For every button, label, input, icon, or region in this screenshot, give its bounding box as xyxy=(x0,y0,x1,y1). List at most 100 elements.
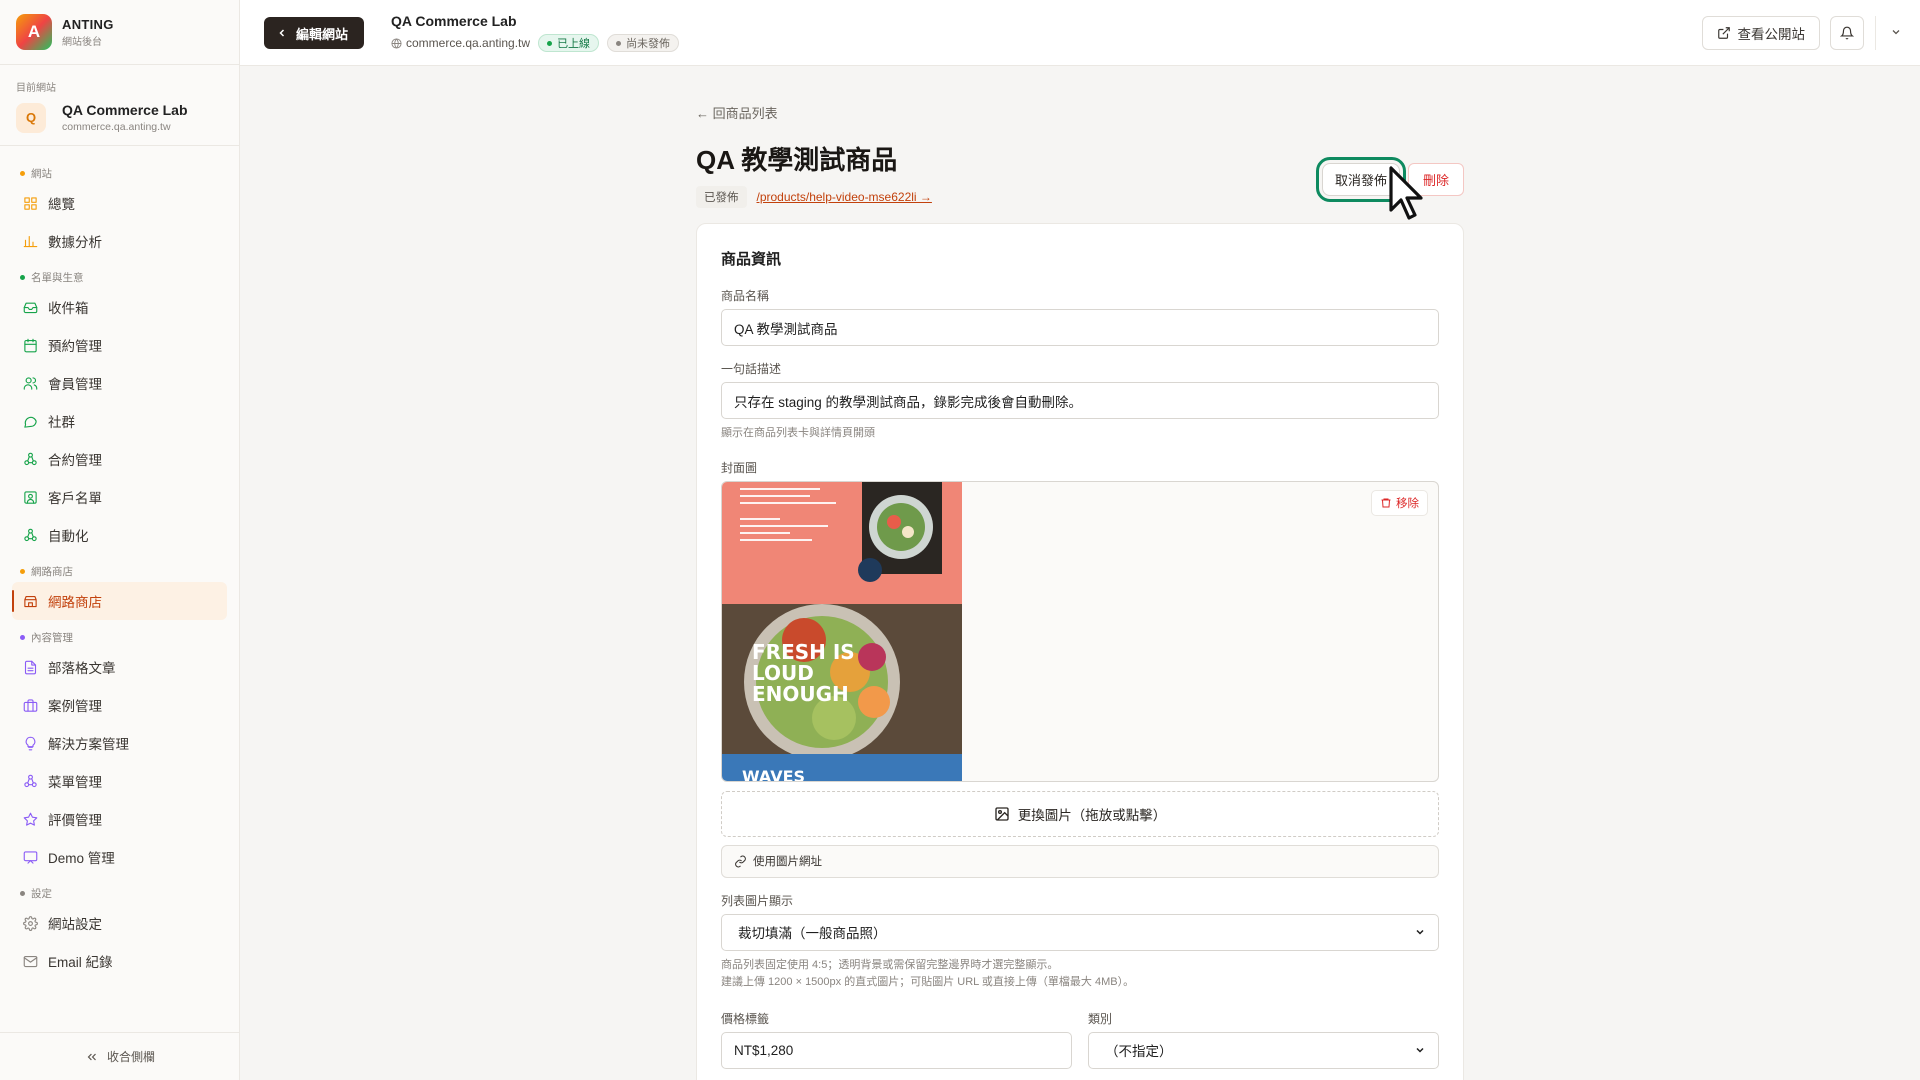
sidebar-item-label: 菜單管理 xyxy=(48,775,102,790)
sidebar-item-label: 解決方案管理 xyxy=(48,737,129,752)
use-image-url-button[interactable]: 使用圖片網址 xyxy=(721,844,1439,878)
chat-icon xyxy=(22,413,38,429)
sidebar-item-label: Demo 管理 xyxy=(48,851,115,866)
view-public-label: 查看公開站 xyxy=(1737,27,1806,42)
link-icon xyxy=(735,855,746,868)
current-site-label: 目前網站 xyxy=(16,83,56,94)
calendar-icon xyxy=(22,337,38,353)
chevron-down-icon xyxy=(1892,30,1900,35)
category-select[interactable]: （不指定） xyxy=(1088,1031,1439,1069)
sidebar-item[interactable]: 總覽 xyxy=(0,184,239,222)
replace-image-dropzone[interactable]: 更換圖片（拖放或點擊） xyxy=(721,790,1439,837)
external-link-icon xyxy=(1717,27,1730,39)
globe-icon xyxy=(391,37,402,49)
site-domain: commerce.qa.anting.tw xyxy=(62,121,171,133)
sidebar-item[interactable]: 合約管理 xyxy=(0,440,239,478)
sidebar-item-label: 合約管理 xyxy=(48,453,102,468)
site-avatar: Q xyxy=(16,102,46,133)
live-status-badge: 已上線 xyxy=(538,34,600,52)
sidebar-item[interactable]: 收件箱 xyxy=(0,288,239,326)
topbar-divider xyxy=(1875,16,1876,50)
lightbulb-icon xyxy=(22,735,38,751)
chevron-down-icon xyxy=(1416,1048,1424,1053)
tagline-label: 一句話描述 xyxy=(721,362,782,376)
site-name: QA Commerce Lab xyxy=(62,102,188,118)
sidebar-item-label: 社群 xyxy=(48,415,75,430)
topbar: 編輯網站 QA Commerce Lab commerce.qa.anting.… xyxy=(240,0,1920,66)
product-slug-link[interactable]: /products/help-video-mse622li → xyxy=(757,190,932,204)
workflow-icon xyxy=(22,451,38,467)
presentation-icon xyxy=(22,849,38,865)
sidebar-item[interactable]: 解決方案管理 xyxy=(0,724,239,762)
brand-logo: A xyxy=(16,14,52,50)
double-chevron-left-icon xyxy=(87,1053,96,1060)
bar-chart-icon xyxy=(22,233,38,249)
image-plus-icon xyxy=(995,806,1009,821)
sidebar-item-label: 案例管理 xyxy=(48,699,102,714)
sidebar-item[interactable]: 網站設定 xyxy=(0,904,239,942)
topbar-site-info: QA Commerce Lab commerce.qa.anting.tw 已上… xyxy=(391,13,680,52)
tagline-input[interactable]: 只存在 staging 的教學測試商品，錄影完成後會自動刪除。 xyxy=(721,382,1439,419)
section-dot xyxy=(20,634,25,640)
sidebar-item[interactable]: 社群 xyxy=(0,402,239,440)
users-icon xyxy=(22,375,38,391)
price-input[interactable]: NT$1,280 xyxy=(721,1031,1072,1069)
edit-site-label: 編輯網站 xyxy=(296,26,349,42)
sidebar-item-label: 評價管理 xyxy=(48,813,102,828)
unpublished-status-badge: 尚未發佈 xyxy=(607,34,680,52)
edit-site-button[interactable]: 編輯網站 xyxy=(264,17,365,49)
sidebar-item-label: 總覽 xyxy=(48,197,75,212)
sidebar-item[interactable]: 部落格文章 xyxy=(0,648,239,686)
card-title: 商品資訊 xyxy=(721,251,782,268)
briefcase-icon xyxy=(22,697,38,713)
published-chip: 已發佈 xyxy=(696,186,747,208)
current-site: 目前網站 Q QA Commerce Lab commerce.qa.antin… xyxy=(0,65,239,146)
nav-section-header: 內容管理 xyxy=(0,626,239,648)
gear-icon xyxy=(22,915,38,931)
main-content: ← 回商品列表 QA 教學測試商品 已發佈 /products/help-vid… xyxy=(696,66,1464,1080)
sidebar-item-label: 網站設定 xyxy=(48,917,102,932)
product-name-input[interactable]: QA 教學測試商品 xyxy=(721,309,1439,346)
sidebar-item[interactable]: 數據分析 xyxy=(0,222,239,260)
nav-section-title: 網路商店 xyxy=(31,565,73,578)
store-icon xyxy=(22,593,38,609)
remove-cover-button[interactable]: 移除 xyxy=(1371,489,1428,516)
account-menu-button[interactable] xyxy=(1890,25,1902,43)
sidebar-item[interactable]: Email 紀錄 xyxy=(0,942,239,980)
sidebar: A ANTING 網站後台 目前網站 Q QA Commerce Lab com… xyxy=(0,0,240,1080)
nav-section-title: 名單與生意 xyxy=(31,271,84,284)
site-switcher[interactable]: Q QA Commerce Lab commerce.qa.anting.tw xyxy=(16,102,223,133)
category-label: 類別 xyxy=(1088,1011,1113,1026)
sidebar-item[interactable]: 菜單管理 xyxy=(0,762,239,800)
chevron-left-icon xyxy=(279,29,285,37)
section-dot xyxy=(20,274,25,280)
section-dot xyxy=(20,170,25,176)
tagline-hint: 顯示在商品列表卡與詳情頁開頭 xyxy=(721,427,875,439)
back-to-products-link[interactable]: ← 回商品列表 xyxy=(696,103,1464,122)
sidebar-item[interactable]: 客戶名單 xyxy=(0,478,239,516)
cover-image-preview: FRESH IS LOUD ENOUGH WAVES 移除 xyxy=(721,480,1439,782)
cover-headline-3: ENOUGH xyxy=(752,682,849,706)
sidebar-item[interactable]: 案例管理 xyxy=(0,686,239,724)
sidebar-item-label: 收件箱 xyxy=(48,301,89,316)
brand[interactable]: A ANTING 網站後台 xyxy=(0,0,239,65)
topbar-site-name: QA Commerce Lab xyxy=(391,13,517,29)
inbox-icon xyxy=(22,299,38,315)
sidebar-item[interactable]: 會員管理 xyxy=(0,364,239,402)
section-dot xyxy=(20,568,25,574)
section-dot xyxy=(20,890,25,896)
notifications-button[interactable] xyxy=(1830,16,1864,50)
sidebar-item[interactable]: 預約管理 xyxy=(0,326,239,364)
view-public-site-button[interactable]: 查看公開站 xyxy=(1701,16,1820,50)
sidebar-item[interactable]: 評價管理 xyxy=(0,800,239,838)
cover-label: 封面圖 xyxy=(721,460,758,475)
nav-section-header: 網站 xyxy=(0,162,239,184)
sidebar-item[interactable]: 網路商店 xyxy=(12,582,227,620)
price-label: 價格標籤 xyxy=(721,1011,770,1026)
display-mode-select[interactable]: 裁切填滿（一般商品照） xyxy=(721,913,1439,951)
sidebar-item[interactable]: 自動化 xyxy=(0,516,239,554)
collapse-label: 收合側欄 xyxy=(106,1050,155,1064)
sidebar-item[interactable]: Demo 管理 xyxy=(0,838,239,876)
collapse-sidebar-button[interactable]: 收合側欄 xyxy=(0,1032,240,1080)
use-image-url-label: 使用圖片網址 xyxy=(753,856,822,869)
